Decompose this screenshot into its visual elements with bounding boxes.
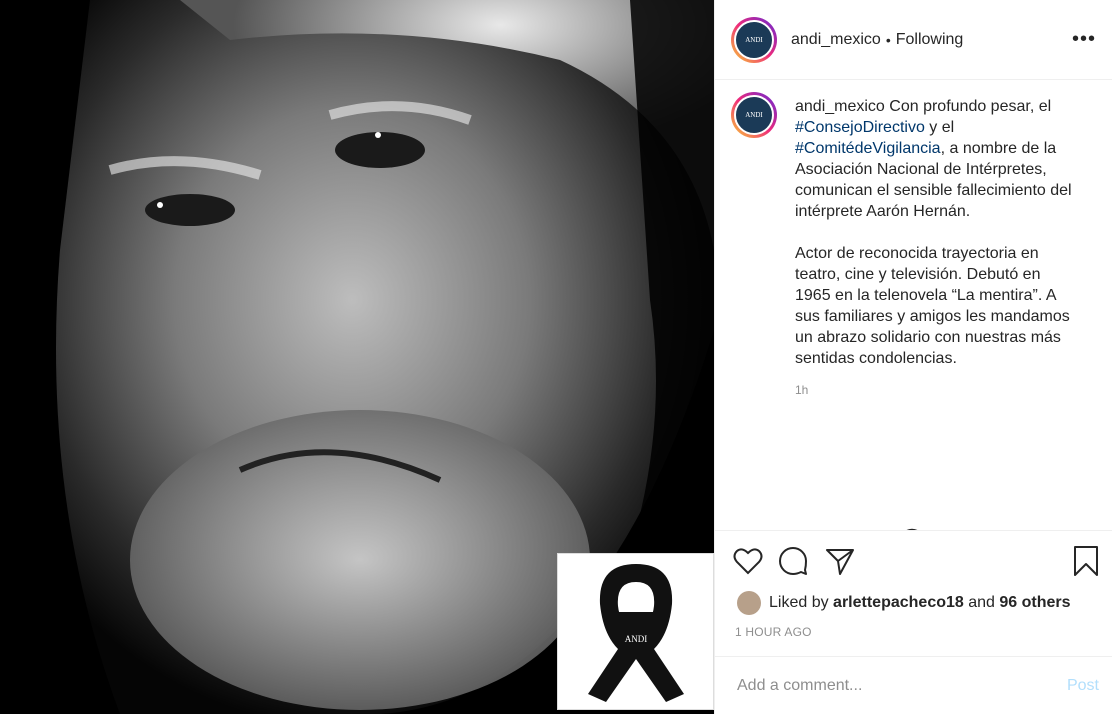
caption-paragraph-2: Actor de reconocida trayectoria en teatr… (795, 245, 1070, 367)
comments-section[interactable]: ANDI andi_mexico Con profundo pesar, el … (715, 80, 1112, 530)
avatar-text: ANDI (745, 111, 763, 119)
mourning-ribbon: ANDI (557, 553, 714, 710)
liker-avatar[interactable] (737, 591, 761, 615)
post-side-panel: ANDI andi_mexico • Following ••• ANDI an… (714, 0, 1112, 714)
caption-part1: Con profundo pesar, el (884, 98, 1052, 115)
caption-part2: y el (924, 119, 955, 136)
bookmark-icon[interactable] (1073, 545, 1099, 577)
post-actions: Liked by arlettepacheco18 and 96 others … (715, 530, 1112, 639)
action-icons (715, 531, 1112, 577)
caption-avatar[interactable]: ANDI (731, 92, 777, 138)
likes-summary: Liked by arlettepacheco18 and 96 others (715, 577, 1112, 615)
ribbon-icon: ANDI (588, 564, 684, 702)
post-timestamp[interactable]: 1 HOUR AGO (715, 615, 1112, 639)
liked-by-prefix: Liked by (769, 594, 829, 611)
like-heart-icon[interactable] (733, 547, 763, 575)
hashtag-consejo[interactable]: #ConsejoDirectivo (795, 119, 925, 136)
hashtag-comite[interactable]: #ComitédeVigilancia (795, 140, 941, 157)
liked-by-middle: and (968, 594, 995, 611)
more-options-icon[interactable]: ••• (1072, 28, 1096, 51)
post-photo[interactable]: ANDI (0, 0, 714, 714)
avatar-text: ANDI (745, 35, 763, 44)
separator-dot: • (885, 31, 891, 48)
ribbon-logo-text: ANDI (625, 634, 648, 644)
author-avatar[interactable]: ANDI (731, 16, 777, 63)
following-button[interactable]: Following (896, 31, 964, 49)
comment-form: Post (715, 656, 1112, 714)
caption-time[interactable]: 1h (795, 383, 1112, 397)
comment-input[interactable] (735, 675, 1067, 696)
others-link[interactable]: 96 others (999, 594, 1070, 612)
caption: ANDI andi_mexico Con profundo pesar, el … (715, 80, 1112, 369)
liker-username[interactable]: arlettepacheco18 (833, 594, 964, 612)
share-paper-plane-icon[interactable] (825, 547, 855, 575)
caption-username[interactable]: andi_mexico (795, 98, 885, 115)
caption-text: andi_mexico Con profundo pesar, el #Cons… (795, 96, 1075, 369)
comment-bubble-icon[interactable] (779, 546, 809, 576)
author-username[interactable]: andi_mexico (791, 31, 881, 49)
post-header: ANDI andi_mexico • Following ••• (715, 0, 1112, 80)
post-comment-button[interactable]: Post (1067, 677, 1099, 695)
